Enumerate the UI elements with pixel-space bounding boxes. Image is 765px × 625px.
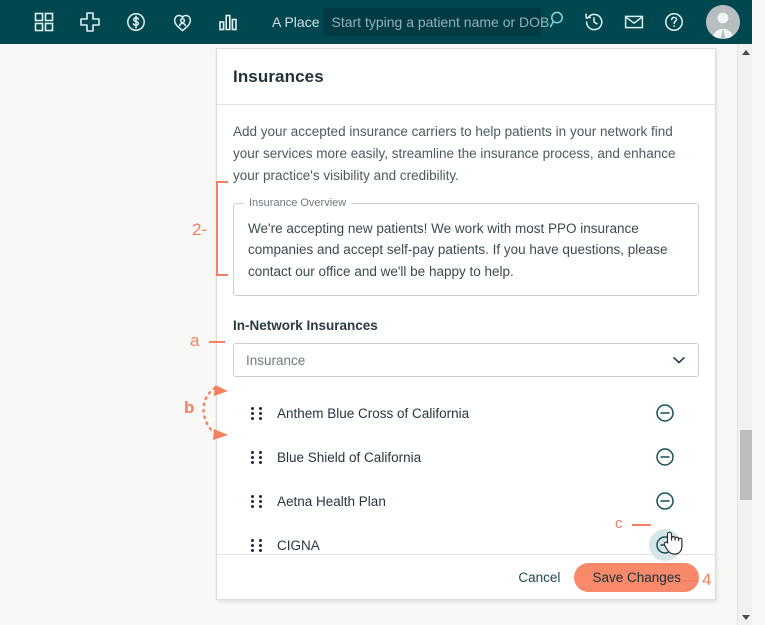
drag-handle-icon[interactable]: [249, 450, 265, 464]
remove-insurance-button[interactable]: [649, 441, 681, 473]
insurance-overview-label: Insurance Overview: [244, 196, 352, 209]
drag-handle-icon[interactable]: [249, 494, 265, 508]
save-changes-button[interactable]: Save Changes: [574, 562, 699, 592]
insurance-name: Anthem Blue Cross of California: [277, 405, 470, 421]
annotation-marker-c: c: [615, 515, 623, 532]
card-description: Add your accepted insurance carriers to …: [233, 124, 676, 183]
page-title: Insurances: [233, 66, 324, 86]
cancel-button[interactable]: Cancel: [518, 570, 560, 585]
list-item[interactable]: Anthem Blue Cross of California: [233, 391, 699, 435]
scrollbar-thumb[interactable]: [740, 430, 752, 500]
insurance-name: CIGNA: [277, 537, 320, 553]
insurance-name: Aetna Health Plan: [277, 493, 386, 509]
drag-handle-icon[interactable]: [249, 406, 265, 420]
topbar-right-actions: [574, 0, 752, 44]
annotation-leader-4: [680, 580, 698, 582]
insurance-select-value: Insurance: [246, 352, 306, 368]
card-footer: Cancel Save Changes: [217, 554, 715, 599]
search-icon[interactable]: [549, 10, 568, 34]
bar-chart-icon[interactable]: [208, 0, 248, 44]
remove-insurance-button[interactable]: [649, 485, 681, 517]
mouse-cursor: [660, 528, 684, 563]
user-avatar[interactable]: [706, 5, 740, 39]
search-input-placeholder: Start typing a patient name or DOB: [331, 14, 550, 30]
annotation-marker-4: 4: [702, 570, 712, 589]
envelope-icon[interactable]: [614, 0, 654, 44]
annotation-marker-a: a: [190, 331, 200, 350]
plus-icon[interactable]: [70, 0, 110, 44]
card-body: Add your accepted insurance carriers to …: [217, 105, 715, 583]
chevron-down-icon[interactable]: [670, 351, 688, 369]
patient-search-box[interactable]: Start typing a patient name or DOB: [323, 8, 564, 36]
annotation-marker-2: 2-: [192, 220, 208, 239]
insurance-name: Blue Shield of California: [277, 449, 422, 465]
in-network-insurances-label: In-Network Insurances: [233, 318, 378, 334]
insurance-overview-value: We're accepting new patients! We work wi…: [248, 220, 668, 280]
place-label: A Place: [272, 14, 320, 30]
history-clock-icon[interactable]: [574, 0, 614, 44]
list-item[interactable]: Aetna Health Plan: [233, 479, 699, 523]
page-scrollbar[interactable]: [737, 44, 752, 625]
heart-person-icon[interactable]: [162, 0, 202, 44]
list-item[interactable]: Blue Shield of California: [233, 435, 699, 479]
scroll-up-arrow-icon[interactable]: [738, 44, 753, 60]
app-root: A Place Start typing a patient name or D…: [0, 0, 765, 625]
remove-insurance-button[interactable]: [649, 397, 681, 429]
annotation-marker-b: b: [184, 398, 195, 417]
dollar-circle-icon[interactable]: [116, 0, 156, 44]
question-circle-icon[interactable]: [654, 0, 694, 44]
annotation-bracket-overview: [216, 181, 228, 276]
insurance-overview-textarea[interactable]: Insurance Overview We're accepting new p…: [233, 196, 699, 297]
insurances-card: Insurances Add your accepted insurance c…: [216, 48, 716, 600]
annotation-leader-a: [209, 341, 225, 343]
insurance-list: Anthem Blue Cross of California Blue Shi…: [233, 391, 699, 567]
grid-icon[interactable]: [24, 0, 64, 44]
insurance-select[interactable]: Insurance: [233, 343, 699, 378]
drag-handle-icon[interactable]: [249, 538, 265, 552]
card-header: Insurances: [217, 49, 715, 105]
annotation-leader-c: [632, 524, 651, 526]
scroll-down-arrow-icon[interactable]: [738, 609, 753, 625]
top-navigation-bar: A Place Start typing a patient name or D…: [0, 0, 752, 44]
